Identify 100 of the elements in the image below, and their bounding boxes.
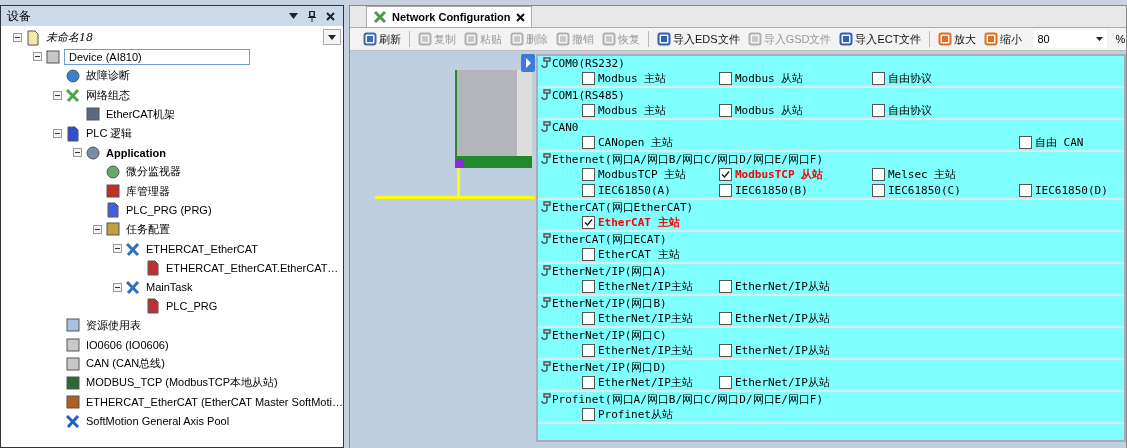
- option-label: 自由 CAN: [1035, 134, 1084, 150]
- pin-icon[interactable]: [308, 10, 316, 22]
- plug-icon: [541, 153, 551, 165]
- checkbox[interactable]: [582, 183, 595, 197]
- checkbox[interactable]: [582, 279, 595, 293]
- tree-item[interactable]: CAN (CAN总线): [84, 355, 167, 373]
- tree-item[interactable]: 网络组态: [84, 86, 132, 104]
- section-title: CAN0: [552, 120, 579, 134]
- tree-item[interactable]: Device (AI810): [64, 48, 250, 65]
- option-label: Modbus 主站: [598, 70, 667, 86]
- checkbox[interactable]: [582, 71, 595, 85]
- collapse-toggle-icon[interactable]: [33, 52, 42, 62]
- checkbox[interactable]: [719, 311, 732, 325]
- section-title: EtherNet/IP(网口A): [552, 263, 667, 279]
- tree-item[interactable]: 资源使用表: [84, 316, 143, 334]
- checkbox[interactable]: [719, 103, 732, 117]
- plug-icon: [541, 329, 551, 341]
- collapse-toggle-icon[interactable]: [53, 90, 62, 100]
- tree-item[interactable]: EtherCAT机架: [104, 105, 178, 123]
- collapse-toggle-icon[interactable]: [93, 224, 102, 234]
- checkbox[interactable]: [582, 215, 595, 229]
- close-icon[interactable]: [326, 11, 335, 21]
- tree-item[interactable]: MODBUS_TCP (ModbusTCP本地从站): [84, 374, 280, 392]
- tree-item[interactable]: ETHERCAT_EtherCAT: [144, 241, 261, 256]
- checkbox[interactable]: [872, 183, 885, 197]
- document-icon: [65, 125, 81, 142]
- plug-icon: [541, 297, 551, 309]
- plug-icon: [541, 201, 551, 213]
- tree-item[interactable]: PLC_PRG: [164, 299, 220, 314]
- collapse-toggle-icon[interactable]: [113, 244, 122, 254]
- checkbox[interactable]: [719, 343, 732, 357]
- checkbox[interactable]: [872, 103, 885, 117]
- collapse-toggle-icon[interactable]: [53, 129, 62, 139]
- tree-item[interactable]: 微分监视器: [124, 163, 183, 181]
- zoom-unit: %: [1115, 33, 1126, 45]
- tree-item[interactable]: IO0606 (IO0606): [84, 337, 171, 352]
- document-icon: [105, 202, 121, 219]
- checkbox[interactable]: [582, 343, 595, 357]
- checkbox[interactable]: [872, 167, 885, 181]
- option-label: Melsec 主站: [888, 166, 957, 182]
- section-title: Ethernet(网口A/网口B/网口C/网口D/网口E/网口F): [552, 151, 824, 167]
- section-title: EtherCAT(网口ECAT): [552, 231, 667, 247]
- checkbox[interactable]: [719, 167, 732, 181]
- tree-item[interactable]: 未命名18: [44, 29, 95, 47]
- option-label: ModbusTCP 从站: [735, 166, 824, 182]
- section-title: EtherNet/IP(网口B): [552, 295, 667, 311]
- option-label: EtherNet/IP从站: [735, 310, 830, 326]
- toolbar-button[interactable]: 缩小: [981, 31, 1026, 47]
- tree-item[interactable]: 故障诊断: [84, 67, 132, 85]
- checkbox[interactable]: [1019, 183, 1032, 197]
- toolbar-button[interactable]: 导入ECT文件: [836, 31, 925, 47]
- toolbar-button[interactable]: 刷新: [360, 31, 404, 47]
- dropdown-icon[interactable]: [289, 13, 298, 19]
- checkbox[interactable]: [582, 311, 595, 325]
- collapse-toggle-icon[interactable]: [73, 148, 82, 158]
- option-label: 自由协议: [888, 70, 932, 86]
- checkbox[interactable]: [582, 167, 595, 181]
- section-title: COM0(RS232): [552, 56, 625, 70]
- tree-item[interactable]: ETHERCAT_EtherCAT (EtherCAT Master SoftMoti…: [84, 395, 345, 410]
- checkbox[interactable]: [582, 103, 595, 117]
- toolbar-button[interactable]: 放大: [935, 31, 980, 47]
- checkbox[interactable]: [582, 407, 595, 421]
- option-label: EtherNet/IP从站: [735, 342, 830, 358]
- option-label: Modbus 主站: [598, 102, 667, 118]
- bus-drop-line: [457, 168, 460, 199]
- tree-item[interactable]: 任务配置: [124, 220, 172, 238]
- tools-icon: [65, 87, 81, 104]
- tree-item[interactable]: SoftMotion General Axis Pool: [84, 414, 232, 429]
- checkbox[interactable]: [719, 183, 732, 197]
- tree-item[interactable]: Application: [104, 145, 168, 160]
- editor-tab[interactable]: Network Configuration: [366, 6, 532, 27]
- collapse-toggle-icon[interactable]: [13, 33, 22, 43]
- plug-icon: [541, 393, 551, 405]
- collapse-toggle-icon[interactable]: [113, 282, 122, 292]
- checkbox[interactable]: [872, 71, 885, 85]
- section-title: EtherCAT(网口EtherCAT): [552, 199, 694, 215]
- option-label: CANopen 主站: [598, 134, 673, 150]
- tree-item[interactable]: MainTask: [144, 280, 195, 295]
- checkbox[interactable]: [719, 375, 732, 389]
- checkbox[interactable]: [582, 247, 595, 261]
- section-title: Profinet(网口A/网口B/网口C/网口D/网口E/网口F): [552, 391, 824, 407]
- zoom-dropdown[interactable]: 80: [1033, 30, 1108, 48]
- checkbox[interactable]: [719, 279, 732, 293]
- tree-item[interactable]: PLC_PRG (PRG): [124, 203, 214, 218]
- dropdown-button-icon[interactable]: [323, 29, 341, 45]
- close-icon[interactable]: [515, 12, 525, 22]
- toolbar-button[interactable]: 导入EDS文件: [654, 31, 743, 47]
- tools-icon: [373, 10, 387, 24]
- checkbox[interactable]: [582, 135, 595, 149]
- checkbox[interactable]: [1019, 135, 1032, 149]
- option-label: EtherNet/IP主站: [598, 310, 693, 326]
- option-label: EtherCAT 主站: [598, 214, 680, 230]
- checkbox[interactable]: [719, 71, 732, 85]
- option-label: EtherNet/IP从站: [735, 278, 830, 294]
- option-label: IEC61850(C): [888, 183, 961, 197]
- tree-item[interactable]: PLC 逻辑: [84, 125, 135, 143]
- tree-item[interactable]: 库管理器: [124, 182, 172, 200]
- option-label: EtherNet/IP从站: [735, 374, 830, 390]
- tree-item[interactable]: ETHERCAT_EtherCAT.EtherCAT…: [164, 260, 341, 275]
- checkbox[interactable]: [582, 375, 595, 389]
